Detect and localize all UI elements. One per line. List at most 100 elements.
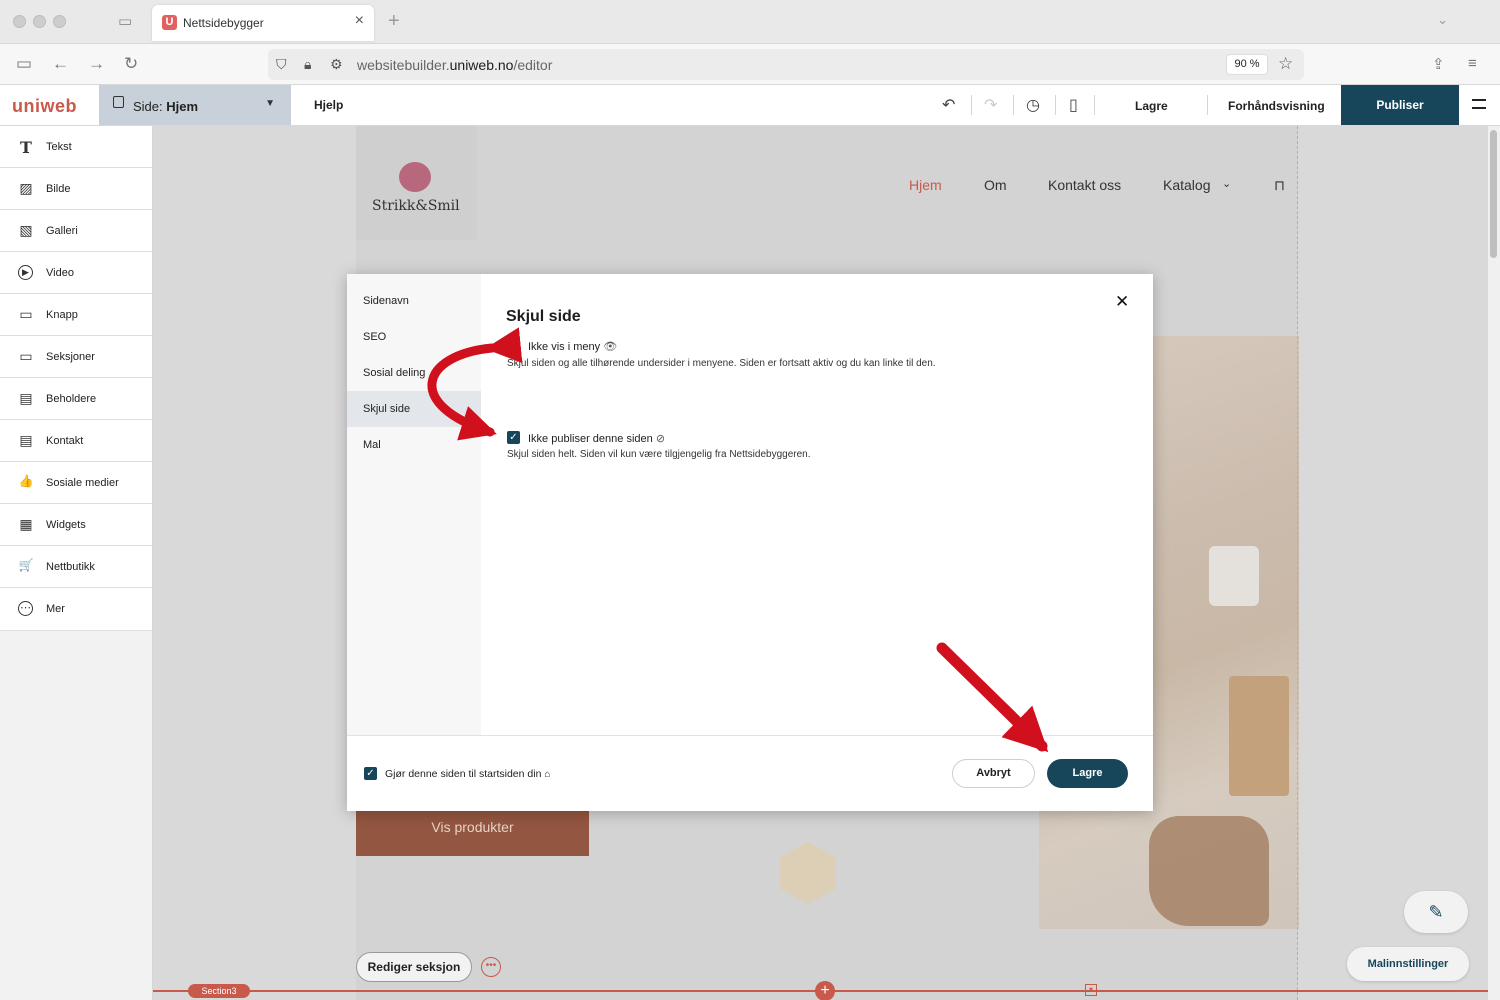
sidebar-item-label: Galleri [46,225,78,237]
dialog-nav: Sidenavn SEO Sosial deling Skjul side Ma… [347,274,481,735]
edit-section-button[interactable]: Rediger seksjon [356,952,472,982]
preview-button[interactable]: Forhåndsvisning [1228,99,1325,113]
extensions-icon[interactable]: ≡ [1468,55,1477,72]
caret-down-icon: ▼ [265,98,275,109]
help-menu[interactable]: Hjelp [314,98,343,112]
move-section-down-icon[interactable]: ▾ [1085,984,1097,996]
sidebar-item-label: Sosiale medier [46,477,119,489]
sidebar-item-label: Bilde [46,183,71,195]
scrollbar-thumb[interactable] [1490,130,1497,258]
browser-tab[interactable]: U Nettsidebygger × [152,5,374,41]
hero-mug [1209,546,1259,606]
shield-icon[interactable]: ⛉ [276,56,287,73]
tab-overview-icon[interactable]: ▭ [118,12,132,30]
button-icon: ▭ [19,306,33,322]
shopping-bag-icon[interactable]: ⊓ [1274,177,1285,194]
cancel-button[interactable]: Avbryt [952,759,1035,788]
dialog-footer-divider [347,735,1153,736]
hide-from-menu-checkbox[interactable]: ✓ [507,340,520,353]
save-button[interactable]: Lagre [1047,759,1128,788]
site-nav-hjem[interactable]: Hjem [909,177,942,193]
redo-icon[interactable]: ↷ [984,95,997,115]
chevron-down-icon[interactable]: ⌄ [1222,177,1231,190]
editor-toolbar: uniweb Side: Hjem ▼ Hjelp ↶ ↷ ◷ ▯ Lagre … [0,85,1500,126]
sidebar-item-sosiale-medier[interactable]: 👍 Sosiale medier [0,462,152,504]
dialog-nav-seo[interactable]: SEO [347,319,481,355]
do-not-publish-checkbox[interactable]: ✓ [507,431,520,444]
site-brand-name: Strikk&Smil [372,198,460,214]
share-icon[interactable]: ⇪ [1432,55,1445,73]
template-settings-button[interactable]: Malinnstillinger [1347,947,1469,981]
dialog-title: Skjul side [506,308,581,325]
dialog-nav-mal[interactable]: Mal [347,427,481,463]
permissions-icon[interactable]: ⚙ [330,56,343,73]
sidebar-item-widgets[interactable]: ▦ Widgets [0,504,152,546]
sidebar-item-tekst[interactable]: T Tekst [0,126,152,168]
close-icon[interactable]: ✕ [1115,292,1129,312]
more-icon: ⋯ [18,601,33,616]
sidebar-toggle-icon[interactable]: ▭ [16,54,32,74]
sidebar-item-label: Widgets [46,519,86,531]
sidebar-item-label: Tekst [46,141,72,153]
tab-title: Nettsidebygger [183,16,264,30]
text-icon: T [20,138,32,157]
address-bar[interactable]: ⛉ 🔒︎ ⚙ websitebuilder.uniweb.no/editor 9… [268,49,1304,80]
sidebar-item-galleri[interactable]: ▧ Galleri [0,210,152,252]
url-text[interactable]: websitebuilder.uniweb.no/editor [357,57,552,73]
close-tab-icon[interactable]: × [355,12,364,30]
mobile-preview-icon[interactable]: ▯ [1069,95,1078,115]
sidebar-item-kontakt[interactable]: ▤ Kontakt [0,420,152,462]
page-selector-name: Hjem [166,99,199,114]
chevron-down-icon[interactable]: ⌄ [1437,12,1448,28]
forward-icon[interactable]: → [88,54,105,74]
site-nav-om[interactable]: Om [984,177,1007,193]
section-tag[interactable]: Section3 [188,984,250,998]
dialog-nav-skjul-side[interactable]: Skjul side [347,391,481,427]
dialog-nav-sosial-deling[interactable]: Sosial deling [347,355,481,391]
site-logo[interactable]: Strikk&Smil [356,126,477,240]
dialog-nav-sidenavn[interactable]: Sidenavn [347,283,481,319]
bookmark-star-icon[interactable]: ☆ [1278,54,1293,74]
design-brush-icon[interactable]: ✎ [1404,891,1468,933]
uniweb-favicon-icon: U [162,15,177,30]
window-close-button[interactable] [13,15,26,28]
site-nav-kontakt[interactable]: Kontakt oss [1048,177,1121,193]
sidebar-item-knapp[interactable]: ▭ Knapp [0,294,152,336]
undo-icon[interactable]: ↶ [942,95,955,115]
hexagon-decoration [780,842,836,904]
add-section-icon[interactable]: + [815,981,835,1000]
save-toolbar-button[interactable]: Lagre [1135,99,1168,113]
zoom-level-badge[interactable]: 90 % [1226,54,1268,75]
layout-guide-line [1297,126,1298,1000]
browser-tab-bar: ▭ U Nettsidebygger × + ⌄ [0,0,1500,44]
sidebar-item-nettbutikk[interactable]: 🛒 Nettbutikk [0,546,152,588]
sidebar-item-label: Kontakt [46,435,84,447]
sidebar-item-mer[interactable]: ⋯ Mer [0,588,152,631]
reload-icon[interactable]: ↻ [124,54,138,74]
browser-nav-bar: ▭ ← → ↻ ⛉ 🔒︎ ⚙ websitebuilder.uniweb.no/… [0,44,1500,85]
sidebar-item-label: Mer [46,603,65,615]
menu-icon[interactable] [1472,99,1486,109]
lock-icon[interactable]: 🔒︎ [304,56,311,73]
back-icon[interactable]: ← [52,54,69,74]
page-selector[interactable]: Side: Hjem ▼ [99,85,291,125]
section-more-icon[interactable]: ••• [481,957,501,977]
sidebar-item-beholdere[interactable]: ▤ Beholdere [0,378,152,420]
publish-button[interactable]: Publiser [1341,85,1459,125]
sidebar-item-label: Beholdere [46,393,97,405]
startpage-checkbox[interactable]: ✓ [364,767,377,780]
history-icon[interactable]: ◷ [1026,95,1040,115]
eye-icon: 👁︎ [603,341,618,353]
window-zoom-button[interactable] [53,15,66,28]
canvas-scrollbar[interactable] [1488,126,1500,1000]
divider [1055,95,1056,115]
window-minimize-button[interactable] [33,15,46,28]
ban-icon: ⊘ [655,433,666,445]
site-nav-katalog[interactable]: Katalog [1163,177,1210,193]
vis-produkter-button[interactable]: Vis produkter [356,809,589,856]
sidebar-item-video[interactable]: ▶ Video [0,252,152,294]
sidebar-item-bilde[interactable]: ▨ Bilde [0,168,152,210]
new-tab-icon[interactable]: + [388,10,400,33]
contact-form-icon: ▤ [19,432,33,448]
sidebar-item-seksjoner[interactable]: ▭ Seksjoner [0,336,152,378]
